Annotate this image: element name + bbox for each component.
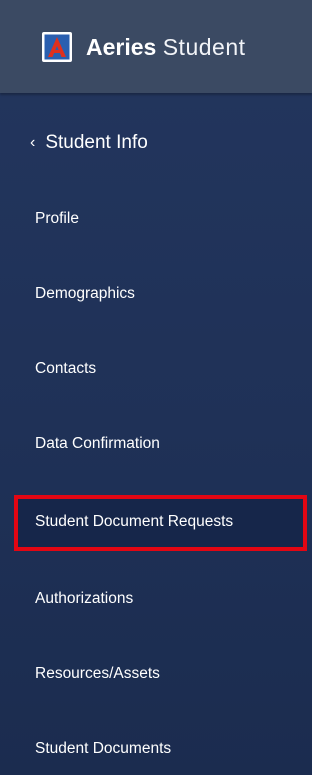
- nav-item-student-documents[interactable]: Student Documents: [35, 736, 171, 762]
- nav-item-student-document-requests[interactable]: Student Document Requests: [35, 509, 233, 535]
- nav-item-resources-assets[interactable]: Resources/Assets: [35, 661, 160, 687]
- sidebar-navigation: Aeries Student ‹ Student Info Profile Dem…: [0, 0, 312, 775]
- chevron-left-icon: ‹: [30, 134, 36, 151]
- app-title-light: Student: [162, 34, 246, 60]
- app-title-bold: Aeries: [86, 34, 157, 60]
- app-title[interactable]: Aeries Student: [86, 32, 246, 62]
- nav-item-profile[interactable]: Profile: [35, 206, 79, 232]
- back-to-student-info[interactable]: ‹ Student Info: [30, 128, 148, 158]
- nav-item-contacts[interactable]: Contacts: [35, 356, 96, 382]
- nav-item-data-confirmation[interactable]: Data Confirmation: [35, 431, 160, 457]
- aeries-logo-icon[interactable]: [42, 32, 72, 62]
- nav-item-demographics[interactable]: Demographics: [35, 281, 135, 307]
- nav-item-authorizations[interactable]: Authorizations: [35, 586, 133, 612]
- back-link-label: Student Info: [45, 132, 148, 153]
- app-header: Aeries Student: [0, 0, 312, 93]
